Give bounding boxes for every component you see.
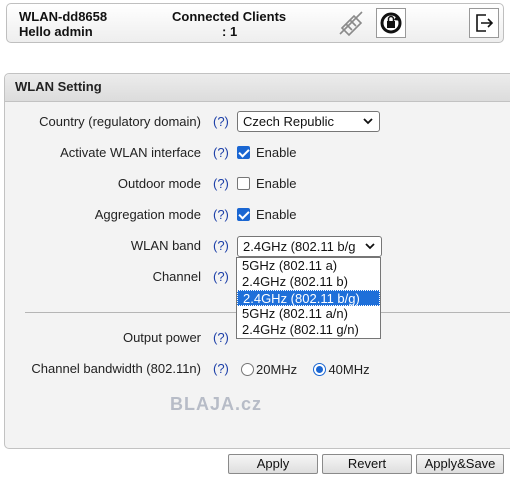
top-bar: WLAN-dd8658 Hello admin Connected Client… — [6, 3, 504, 43]
country-label: Country (regulatory domain) — [39, 114, 201, 129]
wlan-band-select[interactable]: 2.4GHz (802.11 b/g — [237, 236, 382, 257]
aggregation-mode-checkbox[interactable] — [237, 208, 250, 221]
lock-refresh-icon[interactable] — [376, 8, 406, 38]
aggregation-mode-control: Enable — [237, 207, 296, 222]
connected-clients-label: Connected Clients — [172, 9, 287, 24]
wireless-off-icon[interactable] — [334, 8, 368, 40]
outdoor-mode-checkbox[interactable] — [237, 177, 250, 190]
bandwidth-40mhz-radio[interactable] — [313, 363, 327, 376]
aggregation-mode-row: Aggregation mode (?) Enable — [5, 204, 505, 226]
wlan-band-dropdown-list: 5GHz (802.11 a) 2.4GHz (802.11 b) 2.4GHz… — [236, 257, 381, 339]
revert-button[interactable]: Revert — [322, 454, 412, 474]
wlan-band-select-value: 2.4GHz (802.11 b/g — [243, 239, 356, 254]
logout-icon[interactable] — [469, 8, 499, 38]
chevron-down-icon — [364, 240, 376, 252]
activate-wlan-label: Activate WLAN interface — [60, 145, 201, 160]
wlan-band-label: WLAN band — [130, 238, 201, 253]
country-select-value: Czech Republic — [243, 114, 335, 129]
device-name: WLAN-dd8658 — [19, 9, 108, 24]
outdoor-mode-row: Outdoor mode (?) Enable — [5, 173, 505, 195]
activate-wlan-control: Enable — [237, 145, 296, 160]
outdoor-mode-help-link[interactable]: (?) — [213, 176, 229, 191]
wlan-band-option[interactable]: 5GHz (802.11 a) — [237, 258, 380, 274]
activate-wlan-help-link[interactable]: (?) — [213, 145, 229, 160]
activate-wlan-enable-text: Enable — [256, 145, 297, 160]
bandwidth-20mhz-radio[interactable] — [241, 363, 254, 376]
wlan-band-row: WLAN band (?) 2.4GHz (802.11 b/g — [5, 235, 505, 257]
wlan-band-option[interactable]: 2.4GHz (802.11 g/n) — [237, 322, 380, 338]
user-greeting: Hello admin — [19, 24, 93, 39]
bandwidth-20mhz-label: 20MHz — [256, 362, 298, 377]
aggregation-mode-enable-text: Enable — [256, 207, 297, 222]
output-power-help-link[interactable]: (?) — [213, 330, 229, 345]
wlan-band-option[interactable]: 2.4GHz (802.11 b) — [237, 274, 380, 290]
chevron-down-icon — [363, 118, 373, 125]
aggregation-mode-help-link[interactable]: (?) — [213, 207, 229, 222]
country-row: Country (regulatory domain) (?) Czech Re… — [5, 111, 505, 133]
aggregation-mode-label: Aggregation mode — [94, 207, 201, 222]
apply-button[interactable]: Apply — [228, 454, 318, 474]
output-power-label: Output power — [122, 330, 201, 345]
bandwidth-40mhz-label: 40MHz — [328, 362, 370, 377]
channel-bandwidth-help-link[interactable]: (?) — [213, 361, 229, 376]
channel-bandwidth-control: 20MHz 40MHz — [241, 362, 370, 377]
activate-wlan-checkbox[interactable] — [237, 146, 250, 159]
panel-title: WLAN Setting — [5, 74, 510, 102]
channel-label: Channel — [152, 269, 201, 284]
activate-wlan-row: Activate WLAN interface (?) Enable — [5, 142, 505, 164]
outdoor-mode-enable-text: Enable — [256, 176, 297, 191]
watermark: BLAJA.cz — [170, 394, 263, 414]
wlan-band-option[interactable]: 5GHz (802.11 a/n) — [237, 306, 380, 322]
channel-bandwidth-label: Channel bandwidth (802.11n) — [31, 361, 201, 376]
wlan-band-help-link[interactable]: (?) — [213, 238, 229, 253]
channel-bandwidth-row: Channel bandwidth (802.11n) (?) 20MHz 40… — [5, 358, 505, 380]
channel-help-link[interactable]: (?) — [213, 269, 229, 284]
wlan-band-option-selected[interactable]: 2.4GHz (802.11 b/g) — [237, 290, 380, 306]
outdoor-mode-label: Outdoor mode — [117, 176, 201, 191]
outdoor-mode-control: Enable — [237, 176, 296, 191]
connected-clients-count: : 1 — [222, 24, 238, 39]
country-help-link[interactable]: (?) — [213, 114, 229, 129]
country-select[interactable]: Czech Republic — [237, 111, 380, 132]
apply-save-button[interactable]: Apply&Save — [416, 454, 504, 474]
